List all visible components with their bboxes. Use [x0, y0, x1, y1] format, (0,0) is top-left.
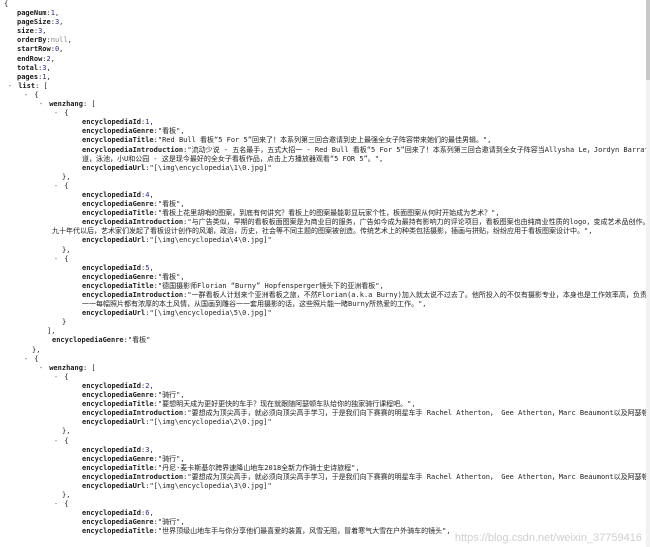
collapse-toggle[interactable]: -	[37, 364, 45, 373]
json-line-wrap: 一一每幅照片都有浓厚的本土风情，从国画到雕谷一一套用摄影的话，这些照片能一睹Bu…	[82, 300, 427, 309]
json-value: "[\img\encyclopedia\4\0.jpg]"	[149, 236, 272, 245]
json-value: "Red Bull 看板“5 For 5”回来了！本系列第三回合邀请到史上最强全…	[157, 136, 488, 145]
json-line: ],	[47, 327, 56, 336]
json-value: "要想成为顶尖高手，就必须向顶尖高手学习，于是我们向下赛赛的明星车手 Rache…	[187, 472, 650, 481]
json-line-encyclopediaUrl: encyclopediaUrl: "[\img\encyclopedia\5\0…	[82, 309, 272, 318]
json-line-encyclopediaId: encyclopediaId: 3,	[82, 445, 154, 454]
json-line-size: size: 3,	[17, 27, 47, 36]
json-line-pageSize: pageSize: 3,	[17, 18, 64, 27]
scrollbar-thumb[interactable]	[646, 0, 650, 80]
collapse-toggle[interactable]: -	[52, 182, 60, 191]
json-line: - {	[52, 181, 69, 191]
json-line-encyclopediaIntroduction: encyclopediaIntroduction: "要想成为顶尖高手，就必须向…	[0, 473, 650, 482]
json-value: "与广告类似，早期的看板板面图案是为商业目的服务，广告如今成为最持有影响力的评论…	[187, 218, 650, 227]
json-line: - {	[22, 90, 39, 100]
collapse-toggle[interactable]: -	[52, 500, 60, 509]
json-value: 九十年代以后，艺术家们发起了看板设计创作的风潮，政治，历史，社会等不同主题的图案…	[52, 227, 589, 236]
json-value: "[\img\encyclopedia\3\0.jpg]"	[149, 481, 272, 490]
json-line-wenzhang: - wenzhang: [	[37, 363, 96, 373]
json-line: },	[62, 172, 71, 181]
json-line-encyclopediaUrl: encyclopediaUrl: "[\img\encyclopedia\3\0…	[82, 481, 272, 490]
json-viewer: { pageNum: 1, pageSize: 3, size: 3, orde…	[0, 0, 650, 547]
json-line-encyclopediaUrl: encyclopediaUrl: "[\img\encyclopedia\2\0…	[82, 418, 272, 427]
collapse-toggle[interactable]: -	[52, 255, 60, 264]
json-line-list: - list: [	[6, 81, 48, 91]
json-value: "世界顶级山地车手与你分享他们最喜爱的装置，风雪无阻，冒着寒气大雪在户外骑车的镜…	[157, 527, 447, 536]
json-line-encyclopediaTitle: encyclopediaTitle: "Red Bull 看板“5 For 5”…	[82, 136, 492, 145]
json-line-encyclopediaGenre: encyclopediaGenre: "骑行",	[82, 391, 185, 400]
json-line: {	[4, 0, 9, 8]
json-line-encyclopediaTitle: encyclopediaTitle: "丹尼·麦卡斯基尔跨界速降山地车2018全…	[82, 463, 360, 472]
json-line: },	[62, 491, 71, 500]
json-value: "骑行"	[157, 454, 181, 463]
collapse-toggle[interactable]: -	[22, 91, 30, 100]
json-line-encyclopediaGenre: encyclopediaGenre: "看板",	[82, 200, 185, 209]
json-value: "看板"	[157, 272, 181, 281]
json-line-encyclopediaGenre: encyclopediaGenre: "看板",	[82, 272, 185, 281]
json-line: - {	[52, 500, 69, 509]
json-line-endRow: endRow: 2,	[17, 54, 55, 63]
json-line: },	[62, 427, 71, 436]
json-line: - {	[52, 254, 69, 264]
json-line-wrap: 道，泳池，小U和公园 - 这是现今最好的全女子看板作品，点击上方播放器观看“5 …	[82, 154, 384, 163]
collapse-toggle[interactable]: -	[52, 437, 60, 446]
json-line: },	[32, 345, 41, 354]
json-value: null	[50, 36, 68, 45]
json-line: - {	[52, 109, 69, 118]
json-line-encyclopediaGenre: encyclopediaGenre: "看板"	[52, 336, 151, 345]
json-line-pageNum: pageNum: 1,	[17, 9, 60, 18]
json-line-encyclopediaId: encyclopediaId: 2,	[82, 381, 154, 390]
json-value: 道，泳池，小U和公园 - 这是现今最好的全女子看板作品，点击上方播放器观看“5 …	[82, 154, 379, 163]
json-line-encyclopediaId: encyclopediaId: 4,	[82, 190, 154, 199]
json-line-encyclopediaIntroduction: encyclopediaIntroduction: "要想成为顶尖高手，就必须向…	[0, 409, 650, 418]
json-value: 一一每幅照片都有浓厚的本土风情，从国画到雕谷一一套用摄影的话，这些照片能一睹Bu…	[82, 300, 423, 309]
json-line: - {	[52, 436, 69, 446]
json-line: - {	[22, 354, 39, 364]
collapse-toggle[interactable]: -	[37, 100, 45, 109]
json-line-encyclopediaTitle: encyclopediaTitle: "要想明天成为更好更快的车手？现在就跟随阿…	[82, 400, 416, 409]
json-line-encyclopediaId: encyclopediaId: 1,	[82, 118, 154, 127]
json-line-encyclopediaTitle: encyclopediaTitle: "看板上花里胡哨的图案，到底有何讲究？看板…	[82, 209, 500, 218]
json-line-orderBy: orderBy: null,	[17, 36, 72, 45]
json-line-encyclopediaIntroduction: encyclopediaIntroduction: "流动少说 - 五名最手，五…	[0, 146, 650, 155]
json-line-encyclopediaId: encyclopediaId: 6,	[82, 509, 154, 518]
json-value: "要想成为顶尖高手，就必须向顶尖高手学习，于是我们向下赛赛的明星车手 Rache…	[187, 409, 650, 418]
json-line-encyclopediaIntroduction: encyclopediaIntroduction: "与广告类似，早期的看板板面…	[0, 218, 650, 227]
json-value: "看板"	[127, 336, 151, 345]
collapse-toggle[interactable]: -	[6, 82, 14, 91]
json-value: "一群看板人计划来个亚洲看板之旅，不然Florian(a.k.a Burny)加…	[187, 291, 650, 299]
json-line-encyclopediaUrl: encyclopediaUrl: "[\img\encyclopedia\4\0…	[82, 236, 272, 245]
json-value: "流动少说 - 五名最手，五式大招一 - Red Bull 看板“5 For 5…	[187, 145, 650, 154]
json-line: },	[62, 245, 71, 254]
json-line-encyclopediaIntroduction: encyclopediaIntroduction: "一群看板人计划来个亚洲看板…	[0, 291, 650, 300]
json-line-encyclopediaGenre: encyclopediaGenre: "骑行",	[82, 454, 185, 463]
json-line-wrap: 九十年代以后，艺术家们发起了看板设计创作的风潮，政治，历史，社会等不同主题的图案…	[52, 227, 593, 236]
json-value: "丹尼·麦卡斯基尔跨界速降山地车2018全新力作骑士史诗旅程"	[157, 463, 356, 472]
json-line-startRow: startRow: 0,	[17, 45, 64, 54]
json-line-total: total: 3,	[17, 63, 51, 72]
collapse-toggle[interactable]: -	[22, 355, 30, 364]
json-line: - {	[52, 372, 69, 382]
json-line-wenzhang: - wenzhang: [	[37, 100, 96, 109]
json-value: "[\img\encyclopedia\2\0.jpg]"	[149, 418, 272, 427]
json-value: "[\img\encyclopedia\5\0.jpg]"	[149, 309, 272, 318]
json-line: }	[62, 318, 67, 327]
json-value: "要想明天成为更好更快的车手？现在就跟随阿瑟顿车队给你的独家骑行课程吧。"	[157, 400, 412, 409]
collapse-toggle[interactable]: -	[52, 109, 60, 118]
json-line-encyclopediaId: encyclopediaId: 5,	[82, 263, 154, 272]
watermark: https://blog.csdn.net/weixin_37759416	[454, 531, 642, 544]
json-value: "德国摄影师Florian “Burny” Hopfensperger镜头下的亚…	[157, 281, 380, 290]
vertical-scrollbar[interactable]	[646, 0, 650, 547]
json-line-pages: pages: 1,	[17, 72, 51, 81]
json-line-encyclopediaUrl: encyclopediaUrl: "[\img\encyclopedia\1\0…	[82, 163, 272, 172]
json-value: "[\img\encyclopedia\1\0.jpg]"	[149, 163, 272, 172]
json-value: "骑行"	[157, 391, 181, 400]
collapse-toggle[interactable]: -	[52, 373, 60, 382]
json-line-encyclopediaTitle: encyclopediaTitle: "德国摄影师Florian “Burny”…	[82, 281, 384, 290]
json-value: "看板上花里胡哨的图案，到底有何讲究？看板上的图案最能彰显玩家个性，板面图案从何…	[157, 209, 496, 218]
json-value: "看板"	[157, 200, 181, 209]
